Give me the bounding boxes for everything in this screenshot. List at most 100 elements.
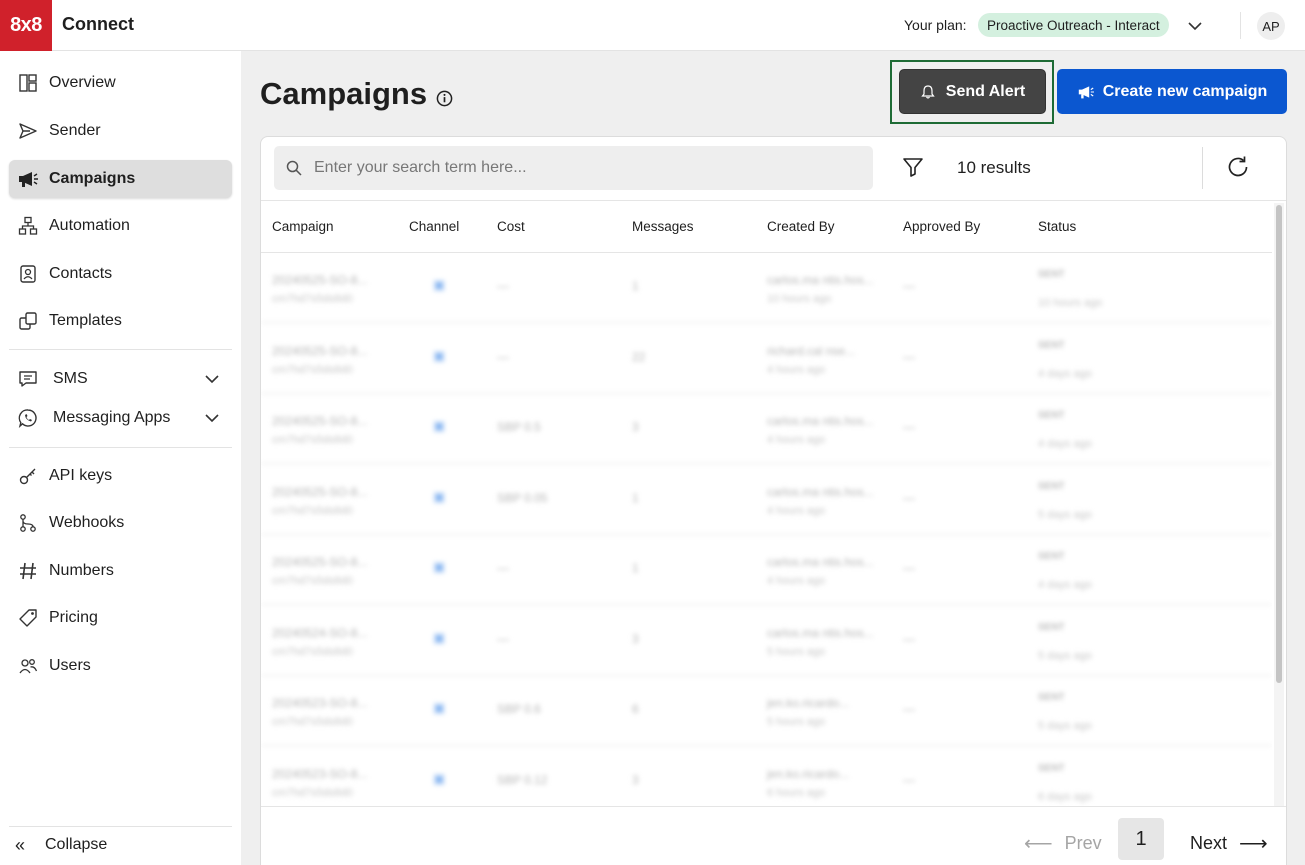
status-time: 4 days ago — [1038, 579, 1092, 591]
messages-count: 22 — [632, 349, 646, 364]
status-time: 5 days ago — [1038, 649, 1092, 662]
campaign-id: cm7hd7s5ds8d0 — [272, 293, 353, 305]
column-header-messages[interactable]: Messages — [632, 219, 694, 234]
sidebar-item-label: Messaging Apps — [53, 409, 171, 426]
approved-by: — — [903, 702, 915, 716]
plan-badge[interactable]: Proactive Outreach - Interact — [978, 13, 1169, 37]
tag-icon — [17, 607, 39, 629]
filter-icon[interactable] — [901, 155, 925, 179]
sidebar-item-label: Numbers — [49, 562, 114, 579]
hash-icon — [17, 560, 39, 582]
create-campaign-button[interactable]: Create new campaign — [1057, 69, 1287, 114]
status-time: 6 days ago — [1038, 790, 1092, 803]
divider — [1240, 12, 1241, 39]
table-row[interactable]: 20240525-SO-8... cm7hd7s5ds8d0 SBP 0.05 1 ca… — [261, 465, 1272, 535]
cost-value: — — [497, 349, 509, 364]
status-badge: SENT — [1038, 480, 1065, 492]
avatar[interactable]: AP — [1257, 12, 1285, 40]
sidebar-item-users[interactable]: Users — [9, 647, 232, 685]
megaphone-icon — [1078, 85, 1094, 98]
brand-logo[interactable]: 8x8 — [0, 0, 52, 51]
table-row[interactable]: 20240524-SO-8... cm7hd7s5ds8d0 — 3 carlos.ma… — [261, 606, 1272, 676]
column-header-cost[interactable]: Cost — [497, 219, 525, 234]
chevron-down-icon[interactable] — [202, 408, 222, 428]
sidebar-item-label: Webhooks — [49, 514, 125, 531]
automation-icon — [17, 215, 39, 237]
info-icon[interactable] — [436, 90, 453, 107]
chevron-down-icon[interactable] — [202, 369, 222, 389]
scroll-thumb[interactable] — [1276, 205, 1282, 683]
sidebar-item-sender[interactable]: Sender — [9, 112, 232, 150]
sidebar-item-overview[interactable]: Overview — [9, 64, 232, 102]
sidebar-item-label: Campaigns — [49, 170, 136, 187]
cost-value: — — [497, 279, 509, 293]
column-header-channel[interactable]: Channel — [409, 219, 459, 234]
send-alert-button[interactable]: Send Alert — [899, 69, 1046, 114]
approved-by: — — [903, 490, 915, 505]
sidebar-item-automation[interactable]: Automation — [9, 207, 232, 245]
collapse-button[interactable]: « Collapse — [9, 827, 232, 863]
created-time: 4 hours ago — [767, 363, 826, 376]
campaign-id: cm7hd7s5ds8d0 — [272, 716, 353, 728]
campaign-name: 20240525-SO-8... — [272, 273, 368, 287]
sidebar-item-sms[interactable]: SMS — [9, 360, 232, 398]
table-row[interactable]: 20240523-SO-8... cm7hd7s5ds8d0 SBP 0.6 6 jen… — [261, 676, 1272, 746]
created-by: carlos.ma ntis.hos... — [767, 484, 874, 499]
search-input[interactable] — [314, 159, 854, 177]
send-icon — [17, 120, 39, 142]
sidebar-item-campaigns[interactable]: Campaigns — [9, 160, 232, 198]
column-header-campaign[interactable]: Campaign — [272, 219, 334, 234]
status-badge: SENT — [1038, 551, 1065, 562]
table-row[interactable]: 20240523-SO-8... cm7hd7s5ds8d0 SBP 0.12 3 je… — [261, 747, 1272, 807]
created-by: carlos.ma ntis.hos... — [767, 273, 874, 287]
scrollbar[interactable] — [1274, 203, 1284, 806]
cost-value: SBP 0.05 — [497, 490, 548, 505]
created-by: jen.ko.ricardo... — [767, 696, 850, 710]
table-row[interactable]: 20240525-SO-8... cm7hd7s5ds8d0 — 22 richard.… — [261, 324, 1272, 394]
table-row[interactable]: 20240525-SO-8... cm7hd7s5ds8d0 — 1 carlos.ma… — [261, 253, 1272, 323]
divider — [9, 349, 232, 350]
sidebar-item-messaging-apps[interactable]: Messaging Apps — [9, 399, 232, 437]
channel-icon: ▣ — [433, 700, 446, 715]
status-time: 4 days ago — [1038, 367, 1092, 380]
created-by: jen.ko.ricardo... — [767, 766, 850, 781]
double-chevron-left-icon: « — [15, 834, 26, 855]
status-badge: SENT — [1038, 339, 1065, 351]
page-number[interactable]: 1 — [1118, 818, 1164, 860]
templates-icon — [17, 310, 39, 332]
next-button[interactable]: Next ⟶ — [1190, 831, 1268, 856]
status-badge: SENT — [1038, 692, 1065, 703]
sidebar-item-api-keys[interactable]: API keys — [9, 457, 232, 495]
search-box[interactable] — [274, 146, 873, 190]
prev-button[interactable]: ⟵ Prev — [1024, 831, 1102, 856]
campaign-id: cm7hd7s5ds8d0 — [272, 434, 353, 446]
sidebar-item-numbers[interactable]: Numbers — [9, 552, 232, 590]
cost-value: SBP 0.6 — [497, 702, 541, 716]
created-time: 4 hours ago — [767, 504, 826, 517]
sidebar-item-label: Templates — [49, 312, 122, 329]
webhook-icon — [17, 512, 39, 534]
table-row[interactable]: 20240525-SO-8... cm7hd7s5ds8d0 — 1 carlos.ma… — [261, 535, 1272, 605]
table-row[interactable]: 20240525-SO-8... cm7hd7s5ds8d0 SBP 0.5 3 car… — [261, 394, 1272, 464]
column-header-approved-by[interactable]: Approved By — [903, 219, 980, 234]
created-time: 5 hours ago — [767, 716, 826, 728]
table-body: 20240525-SO-8... cm7hd7s5ds8d0 — 1 carlos.ma… — [261, 253, 1272, 806]
arrow-right-icon: ⟶ — [1239, 833, 1268, 855]
column-header-created-by[interactable]: Created By — [767, 219, 835, 234]
status-time: 4 days ago — [1038, 438, 1092, 450]
sidebar-item-label: Sender — [49, 122, 101, 139]
sidebar-item-pricing[interactable]: Pricing — [9, 599, 232, 637]
bell-icon — [921, 84, 935, 99]
refresh-icon[interactable] — [1225, 154, 1251, 180]
campaign-name: 20240525-SO-8... — [272, 414, 368, 428]
chevron-down-icon[interactable] — [1185, 16, 1205, 36]
sidebar-item-label: Automation — [49, 217, 130, 234]
campaign-name: 20240523-SO-8... — [272, 696, 368, 710]
column-header-status[interactable]: Status — [1038, 219, 1076, 234]
sidebar-item-webhooks[interactable]: Webhooks — [9, 504, 232, 542]
collapse-label: Collapse — [45, 836, 108, 853]
sidebar-item-templates[interactable]: Templates — [9, 302, 232, 340]
page-title: Campaigns — [260, 76, 428, 111]
sidebar-item-contacts[interactable]: Contacts — [9, 255, 232, 293]
status-badge: SENT — [1038, 621, 1065, 633]
